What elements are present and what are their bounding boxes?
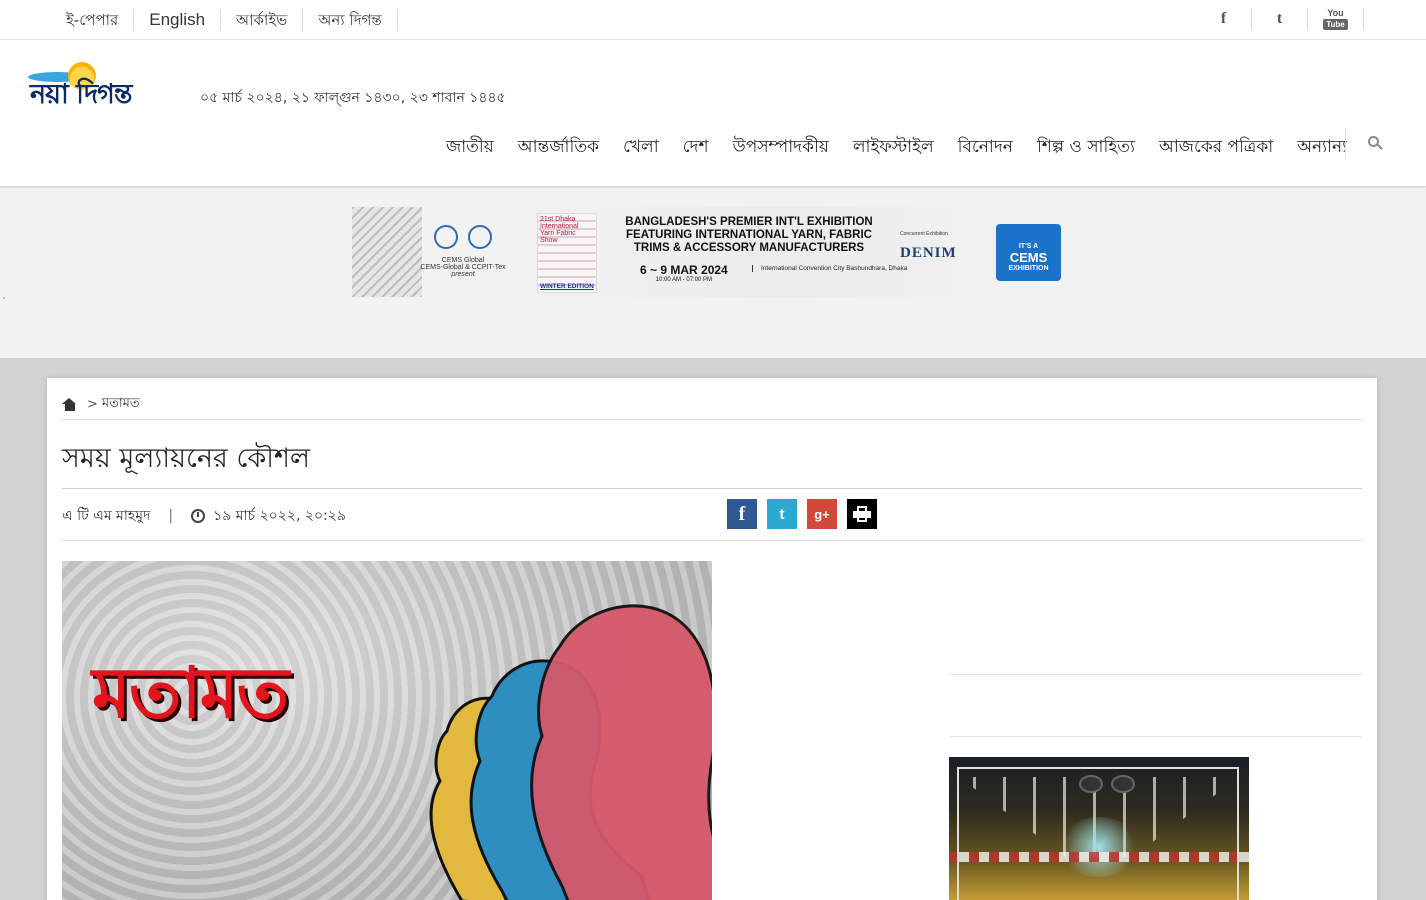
ad-denim-logo: DENIM bbox=[900, 245, 957, 261]
share-buttons: f t g+ bbox=[727, 499, 887, 529]
divider bbox=[62, 540, 1362, 541]
meta-divider: | bbox=[168, 508, 174, 524]
sidebar-divider bbox=[949, 674, 1362, 675]
epaper-link[interactable]: ই-পেপার bbox=[52, 9, 135, 31]
youtube-icon-you: You bbox=[1327, 7, 1344, 18]
breadcrumb-section[interactable]: মতামত bbox=[102, 394, 140, 415]
archive-link[interactable]: আর্কাইভ bbox=[221, 9, 304, 31]
cems-logo bbox=[434, 225, 458, 249]
nav-item-todays-paper[interactable]: আজকের পত্রিকা bbox=[1159, 134, 1273, 162]
article-card: > মতামত সময় মূল্যায়নের কৌশল এ টি এম মা… bbox=[47, 378, 1377, 900]
home-icon-wall bbox=[64, 404, 75, 411]
site-header: নয়া দিগন্ত ০৫ মার্চ ২০২৪, ২১ ফাল্গুন ১৪… bbox=[0, 40, 1426, 187]
ad-badge-bottom: EXHIBITION bbox=[1008, 265, 1049, 272]
exhibition-ad-banner[interactable]: CEMS Global CEMS-Global & CCPIT-Tex pres… bbox=[352, 207, 1072, 297]
content-band: > মতামত সময় মূল্যায়নের কৌশল এ টি এম মা… bbox=[0, 358, 1426, 900]
ad-show-name: 21st Dhaka International Yarn Fabric Sho… bbox=[540, 216, 579, 244]
nav-item-sports[interactable]: খেলা bbox=[623, 134, 659, 162]
search-icon-handle bbox=[1377, 144, 1383, 150]
nav-item-op-ed[interactable]: উপসম্পাদকীয় bbox=[733, 134, 829, 162]
feature-image-title: মতামত bbox=[92, 651, 289, 734]
youtube-icon-tube: Tube bbox=[1323, 18, 1348, 30]
printer-icon-paper bbox=[857, 516, 867, 522]
breadcrumb: > মতামত bbox=[62, 394, 140, 415]
nav-item-national[interactable]: জাতীয় bbox=[446, 134, 494, 162]
nav-item-arts-literature[interactable]: শিল্প ও সাহিত্য bbox=[1037, 134, 1135, 162]
ad-dates: 6 ~ 9 MAR 2024 10:00 AM - 07:00 PM bbox=[640, 263, 728, 283]
sidebar-tunnel-image[interactable] bbox=[949, 757, 1249, 900]
logo-text: নয়া দিগন্ত bbox=[30, 79, 132, 110]
ad-venue: International Convention City Bashundhar… bbox=[752, 265, 907, 272]
article-title: সময় মূল্যায়নের কৌশল bbox=[62, 443, 311, 474]
print-button[interactable] bbox=[847, 499, 877, 529]
nav-item-international[interactable]: আন্তর্জাতিক bbox=[518, 134, 599, 162]
ad-presenter-text: CEMS-Global & CCPIT-Tex bbox=[420, 264, 506, 271]
facebook-icon[interactable]: f bbox=[1196, 8, 1252, 30]
published-date: ১৯ মার্চ ২০২২, ২০:২৯ bbox=[213, 508, 346, 524]
date-line: ০৫ মার্চ ২০২৪, ২১ ফাল্গুন ১৪৩০, ২৩ শাবান… bbox=[200, 90, 506, 106]
divider bbox=[62, 419, 1362, 420]
breadcrumb-separator: > bbox=[87, 397, 98, 412]
twitter-share-button[interactable]: t bbox=[767, 499, 797, 529]
article-meta: এ টি এম মাহমুদ | ১৯ মার্চ ২০২২, ২০:২৯ bbox=[62, 504, 346, 528]
ad-cems-mark: CEMS Global bbox=[441, 257, 485, 264]
clock-icon bbox=[191, 509, 206, 523]
nav-item-country[interactable]: দেশ bbox=[683, 134, 709, 162]
ad-cems-badge: IT'S A CEMS EXHIBITION bbox=[996, 224, 1061, 281]
printer-icon bbox=[853, 506, 871, 522]
search-icon[interactable] bbox=[1368, 136, 1384, 152]
nav-divider bbox=[1345, 128, 1346, 158]
onno-diganta-link[interactable]: অন্য দিগন্ত bbox=[303, 9, 398, 31]
nav-item-others[interactable]: অন্যান্য bbox=[1297, 134, 1347, 162]
ad-fabric-texture bbox=[352, 207, 422, 297]
feature-image: মতামত bbox=[62, 561, 712, 900]
ad-band: CEMS Global CEMS-Global & CCPIT-Tex pres… bbox=[0, 188, 1426, 358]
facebook-share-button[interactable]: f bbox=[727, 499, 757, 529]
heads-illustration bbox=[429, 604, 712, 900]
tunnel-frame bbox=[957, 767, 1239, 900]
stray-mark: ` bbox=[2, 297, 7, 308]
youtube-icon[interactable]: You Tube bbox=[1308, 8, 1364, 30]
sidebar-divider bbox=[949, 736, 1362, 737]
top-links: ই-পেপার English আর্কাইভ অন্য দিগন্ত bbox=[52, 9, 398, 31]
ad-badge-mid: CEMS bbox=[1009, 250, 1048, 265]
site-logo[interactable]: নয়া দিগন্ত bbox=[28, 60, 184, 110]
main-nav: জাতীয় আন্তর্জাতিক খেলা দেশ উপসম্পাদকীয়… bbox=[446, 134, 1371, 162]
ad-presenter-sub: present bbox=[451, 271, 475, 278]
ad-headline: BANGLADESH'S PREMIER INT'L EXHIBITION FE… bbox=[625, 216, 873, 254]
google-plus-share-button[interactable]: g+ bbox=[807, 499, 837, 529]
twitter-icon[interactable]: t bbox=[1252, 8, 1308, 30]
top-utility-bar: ই-পেপার English আর্কাইভ অন্য দিগন্ত f t … bbox=[0, 0, 1426, 40]
head-red bbox=[530, 604, 712, 900]
ad-date-range: 6 ~ 9 MAR 2024 bbox=[640, 263, 728, 277]
ad-edition: WINTER EDITION bbox=[540, 283, 594, 290]
english-link[interactable]: English bbox=[134, 9, 222, 31]
ad-concurrent-label: Concurrent Exhibition bbox=[900, 231, 948, 237]
ad-show-logo: 21st Dhaka International Yarn Fabric Sho… bbox=[537, 213, 597, 293]
nav-item-lifestyle[interactable]: লাইফস্টাইল bbox=[853, 134, 934, 162]
ad-presenter: CEMS Global CEMS-Global & CCPIT-Tex pres… bbox=[418, 225, 508, 278]
ad-concurrent: Concurrent Exhibition DENIM bbox=[900, 231, 957, 262]
ad-badge-top: IT'S A bbox=[1018, 243, 1039, 250]
ad-presenter-logos bbox=[418, 225, 508, 253]
social-links: f t You Tube bbox=[1196, 8, 1364, 30]
ad-hours: 10:00 AM - 07:00 PM bbox=[655, 277, 713, 283]
nav-item-entertainment[interactable]: বিনোদন bbox=[958, 134, 1013, 162]
divider bbox=[62, 488, 1362, 489]
author-name[interactable]: এ টি এম মাহমুদ bbox=[62, 504, 150, 528]
ccpit-logo bbox=[468, 225, 492, 249]
home-icon[interactable] bbox=[62, 398, 77, 411]
